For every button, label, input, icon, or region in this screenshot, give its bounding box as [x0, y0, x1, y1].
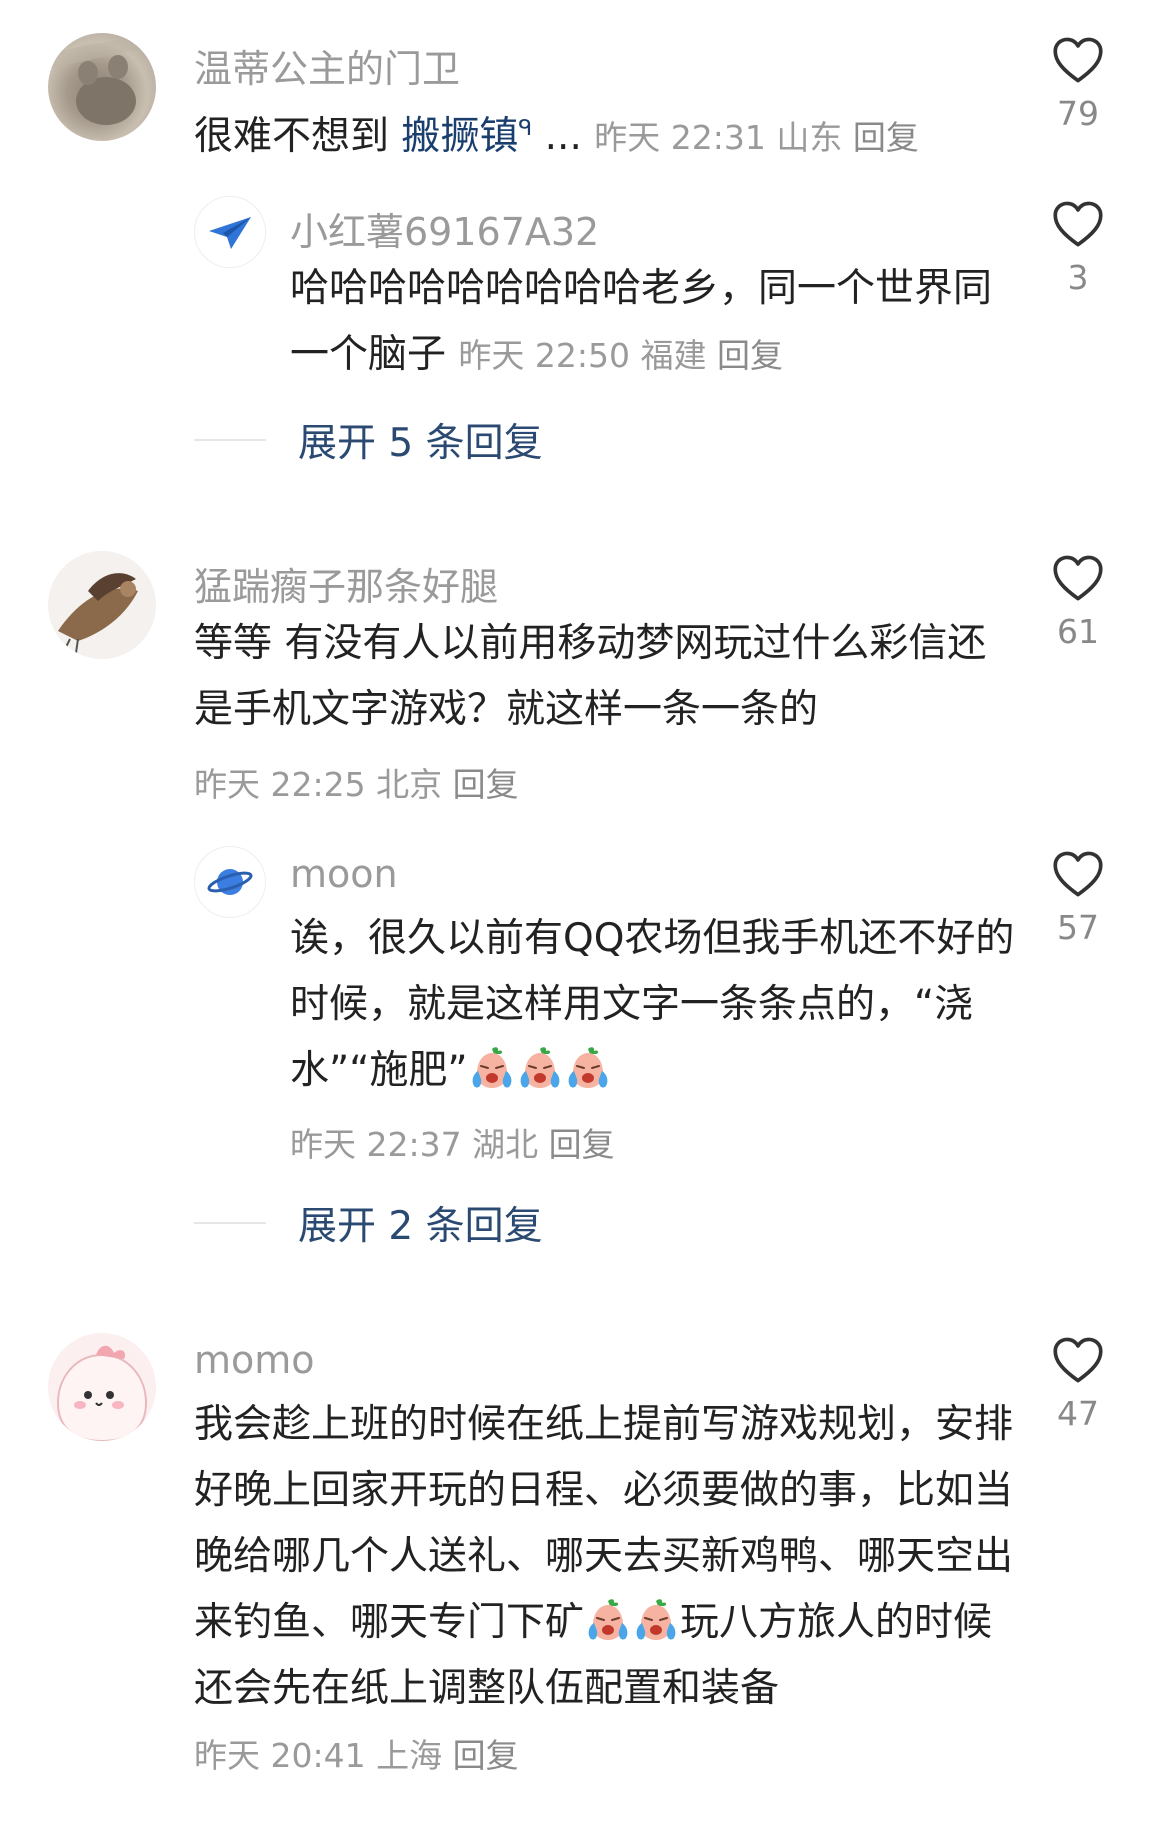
reply-time: 昨天 22:37 — [290, 1125, 462, 1164]
crying-face-emoji-icon — [585, 1597, 631, 1643]
crying-face-emoji-icon — [469, 1045, 515, 1091]
like-button[interactable]: 3 — [1038, 200, 1118, 297]
comment-location: 北京 — [376, 765, 443, 804]
paper-plane-avatar-icon — [209, 217, 251, 249]
comment-time: 昨天 20:41 — [194, 1736, 366, 1775]
search-link[interactable]: 搬撅镇 — [401, 114, 518, 159]
reply-text-body: 诶，很久以前有QQ农场但我手机还不好的时候，就是这样用文字一条条点的，“浇水”“… — [290, 916, 1015, 1093]
like-count: 3 — [1067, 258, 1089, 297]
comment-text: 很难不想到 搬撅镇ᑫ ... 昨天 22:31 山东 回复 — [194, 96, 1024, 171]
reply-username[interactable]: 小红薯69167A32 — [290, 201, 599, 256]
like-count: 79 — [1057, 94, 1099, 133]
comment-location: 山东 — [776, 118, 843, 157]
like-button[interactable]: 79 — [1038, 36, 1118, 133]
comment-meta: 昨天 22:25 北京 回复 — [194, 758, 519, 806]
like-count: 47 — [1057, 1394, 1099, 1433]
reply-time: 昨天 22:50 — [458, 336, 631, 375]
like-count: 57 — [1057, 908, 1099, 947]
like-button[interactable]: 57 — [1038, 850, 1118, 947]
heart-icon — [1052, 554, 1104, 602]
comment-text-prefix: 很难不想到 — [194, 114, 402, 159]
planet-avatar-icon — [207, 869, 253, 895]
heart-icon — [1052, 200, 1104, 248]
search-icon: ᑫ — [518, 116, 533, 141]
reply-username[interactable]: moon — [290, 852, 398, 896]
comment-username[interactable]: 温蒂公主的门卫 — [194, 38, 460, 93]
like-button[interactable]: 47 — [1038, 1336, 1118, 1433]
reply-button[interactable]: 回复 — [453, 765, 519, 804]
avatar-planet[interactable] — [194, 846, 266, 918]
crying-face-emoji-icon — [517, 1045, 563, 1091]
crying-face-emoji-icon — [565, 1045, 611, 1091]
expand-replies-label: 展开 5 条回复 — [298, 421, 543, 466]
like-count: 61 — [1057, 612, 1099, 651]
reply-location: 湖北 — [472, 1125, 539, 1164]
reply-meta: 昨天 22:37 湖北 回复 — [290, 1118, 615, 1166]
comment-location: 上海 — [376, 1736, 443, 1775]
pink-creature-avatar-icon — [56, 1345, 148, 1441]
reply-text: 诶，很久以前有QQ农场但我手机还不好的时候，就是这样用文字一条条点的，“浇水”“… — [290, 906, 1030, 1104]
sparrow-avatar-icon — [58, 573, 138, 654]
divider — [194, 439, 266, 441]
comment-username[interactable]: 猛踹瘸子那条好腿 — [194, 556, 498, 611]
avatar-pink-creature[interactable] — [48, 1333, 156, 1441]
avatar-cat-paw[interactable] — [48, 33, 156, 141]
avatar-sparrow[interactable] — [48, 551, 156, 659]
divider — [194, 1222, 266, 1224]
reply-button[interactable]: 回复 — [853, 118, 919, 157]
reply-button[interactable]: 回复 — [717, 336, 783, 375]
reply-location: 福建 — [640, 336, 707, 375]
expand-replies-label: 展开 2 条回复 — [298, 1204, 543, 1249]
reply-button[interactable]: 回复 — [453, 1736, 519, 1775]
expand-replies-button[interactable]: 展开 5 条回复 — [194, 415, 543, 466]
comment-username[interactable]: momo — [194, 1338, 315, 1382]
heart-icon — [1052, 36, 1104, 84]
avatar-paper-plane[interactable] — [194, 196, 266, 268]
crying-face-emoji-icon — [633, 1597, 679, 1643]
reply-button[interactable]: 回复 — [549, 1125, 615, 1164]
expand-replies-button[interactable]: 展开 2 条回复 — [194, 1198, 543, 1249]
comment-text: 等等 有没有人以前用移动梦网玩过什么彩信还是手机文字游戏？就这样一条一条的 — [194, 621, 987, 732]
heart-icon — [1052, 1336, 1104, 1384]
heart-icon — [1052, 850, 1104, 898]
reply-text: 哈哈哈哈哈哈哈哈哈老乡，同一个世界同一个脑子 昨天 22:50 福建 回复 — [290, 256, 1010, 389]
comment-time: 昨天 22:25 — [194, 765, 366, 804]
ellipsis: ... — [532, 114, 595, 159]
comment-text: 我会趁上班的时候在纸上提前写游戏规划，安排好晚上回家开玩的日程、必须要做的事，比… — [194, 1392, 1024, 1789]
like-button[interactable]: 61 — [1038, 554, 1118, 651]
comment-time: 昨天 22:31 — [594, 118, 766, 157]
cat-paw-avatar-icon — [48, 33, 156, 125]
